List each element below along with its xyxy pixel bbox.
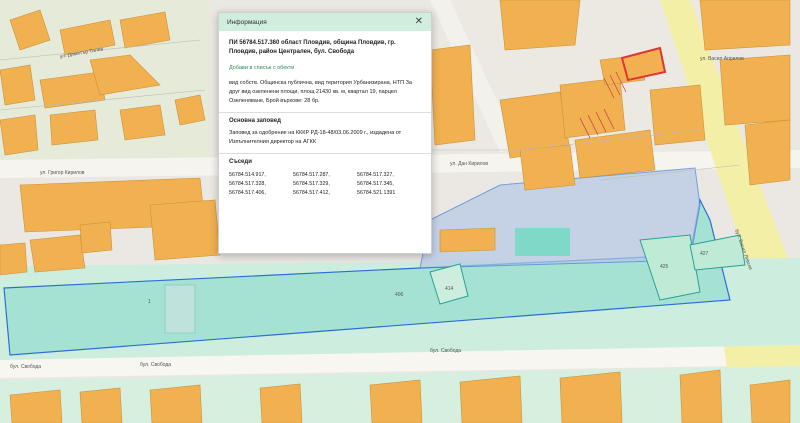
- neighbor-item[interactable]: 56784.517.406,: [229, 189, 293, 198]
- divider: [219, 153, 431, 154]
- playground: [164, 284, 196, 334]
- neighbor-item[interactable]: 56784.517.345,: [357, 180, 421, 189]
- add-to-list-link[interactable]: Добави в списък с обекти: [229, 65, 421, 71]
- order-title: Основна заповед: [229, 118, 281, 124]
- popup-body: ПИ 56784.517.360 област Пловдив, община …: [219, 31, 431, 198]
- neighbor-item[interactable]: 56784.517.287,: [293, 171, 357, 180]
- neighbor-item[interactable]: 56784.517.329,: [293, 180, 357, 189]
- label-parcel-b: 425: [660, 264, 669, 270]
- label-parcel-main: 1: [148, 299, 151, 305]
- label-street-svoboda-2: бул. Свобода: [140, 362, 171, 368]
- map-viewport[interactable]: ул. Григор Кирилов бул. Свобода бул. Сво…: [0, 0, 800, 423]
- water-pool: [515, 228, 570, 256]
- info-popup: Информация ✕ ПИ 56784.517.360 област Пло…: [218, 12, 432, 254]
- label-street-grigor: ул. Григор Кирилов: [40, 170, 85, 176]
- label-street-svoboda-1: бул. Свобода: [10, 364, 41, 370]
- neighbor-item[interactable]: 56784.517.412,: [293, 189, 357, 198]
- order-text: Заповед за одобрение на КККР РД-18-48/03…: [229, 130, 402, 145]
- neighbor-item[interactable]: 56784.521.1391: [357, 189, 421, 198]
- parcel-heading: ПИ 56784.517.360 област Пловдив, община …: [229, 40, 396, 55]
- popup-title: Информация: [227, 18, 267, 26]
- neighbor-item[interactable]: 56784.517.328,: [229, 180, 293, 189]
- label-parcel-d: 406: [395, 292, 404, 298]
- close-icon[interactable]: ✕: [415, 17, 423, 27]
- label-parcel-a: 414: [445, 286, 454, 292]
- label-street-dan: ул. Дан Кирилов: [450, 161, 488, 167]
- label-street-svoboda-3: бул. Свобода: [430, 348, 461, 354]
- neighbor-item[interactable]: 56784.517.327,: [357, 171, 421, 180]
- label-street-vasil: ул. Васил Априлов: [700, 56, 744, 62]
- neighbors-grid: 56784.514.917, 56784.517.287, 56784.517.…: [229, 171, 421, 198]
- parcel-description: вид собств. Общинска публична, вид терит…: [229, 80, 412, 104]
- divider: [219, 112, 431, 113]
- popup-header: Информация ✕: [219, 13, 431, 31]
- neighbors-title: Съседи: [229, 159, 252, 165]
- neighbor-item[interactable]: 56784.514.917,: [229, 171, 293, 180]
- label-parcel-c: 427: [700, 251, 709, 257]
